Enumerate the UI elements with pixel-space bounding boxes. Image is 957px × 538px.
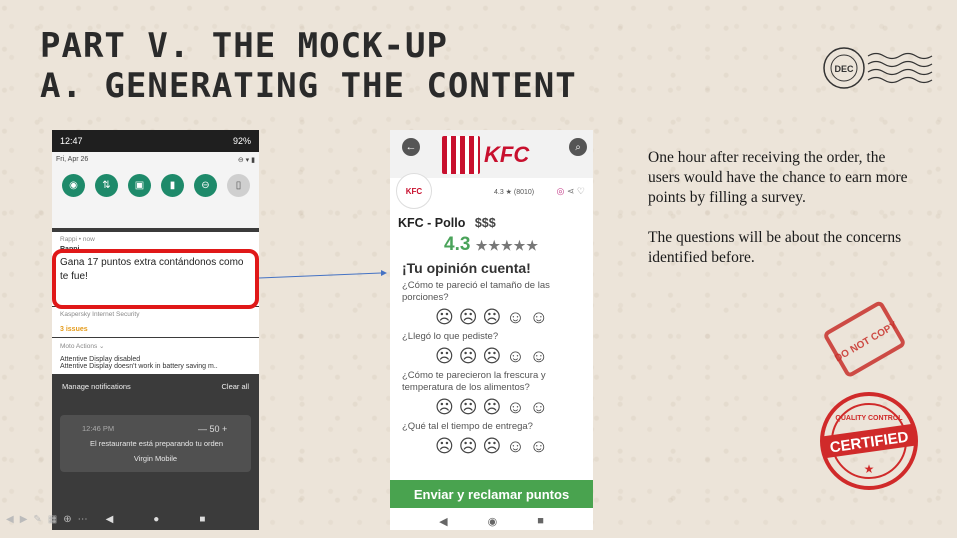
question-4: ¿Qué tal el tiempo de entrega?	[402, 421, 533, 432]
moto-app-label: Moto Actions ⌄	[60, 343, 105, 350]
rating-stars: ★★★★★	[475, 238, 539, 253]
kfc-logo: KFC	[442, 136, 529, 174]
kfc-brand: KFC	[484, 142, 530, 167]
battery-icon[interactable]: ▮	[161, 174, 184, 197]
restaurant-name-row: KFC - Pollo $$$	[390, 216, 593, 230]
rating-faces-1[interactable]: ☹ ☹ ☹ ☺ ☺	[402, 307, 581, 327]
recent-nav-icon[interactable]: ■	[537, 515, 544, 528]
rating-faces-3[interactable]: ☹ ☹ ☹ ☺ ☺	[402, 397, 581, 417]
do-not-copy-stamp: DO NOT COPY	[824, 301, 905, 377]
rating-small: 4.3 ★ (8010)	[494, 189, 535, 196]
moto-title: Attentive Display disabled	[60, 356, 141, 363]
date-label: Fri, Apr 26	[56, 156, 89, 163]
cast-icon[interactable]: ▣	[128, 174, 151, 197]
title-line-1: PART V. THE MOCK-UP	[40, 26, 448, 66]
kaspersky-app-label: Kaspersky Internet Security	[60, 311, 140, 318]
recent-nav-icon[interactable]: ■	[199, 514, 205, 525]
moto-body: Attentive Display doesn't work in batter…	[60, 363, 218, 370]
moto-notification[interactable]: Moto Actions ⌄ Attentive Display disable…	[52, 338, 259, 374]
survey-phone: ← KFC ⌕ KFC 4.3 ★ (8010) ◎ ⋖ ♡ KFC - Pol…	[390, 130, 593, 530]
status-battery: 92%	[232, 136, 251, 146]
carrier-label: Virgin Mobile	[133, 454, 178, 463]
quality-text: QUALITY CONTROL	[835, 415, 903, 422]
description-p1: One hour after receiving the order, the …	[648, 149, 908, 206]
dnd-icon[interactable]: ⊖	[194, 174, 217, 197]
survey-title: ¡Tu opinión cuenta!	[402, 260, 531, 276]
description: One hour after receiving the order, the …	[648, 148, 918, 288]
rating-faces-2[interactable]: ☹ ☹ ☹ ☺ ☺	[402, 346, 581, 366]
question-3: ¿Cómo te parecieron la frescura y temper…	[402, 370, 546, 393]
rappi-app-label: Rappi • now	[60, 236, 95, 243]
back-nav-icon[interactable]: ◀	[106, 514, 114, 525]
stamp-star-icon: ★	[864, 462, 875, 476]
stepper-value: 50	[209, 424, 220, 434]
restaurant-row: KFC 4.3 ★ (8010) ◎ ⋖ ♡	[390, 173, 593, 218]
flashlight-icon[interactable]: ▯	[227, 174, 250, 197]
slides-icon[interactable]: ▦	[48, 514, 57, 525]
rating-faces-4[interactable]: ☹ ☹ ☹ ☺ ☺	[402, 436, 581, 456]
search-icon[interactable]: ⌕	[569, 138, 587, 156]
kfc-header: ← KFC ⌕	[390, 130, 593, 178]
postmark-stamp: DEC	[823, 47, 933, 89]
share-icons[interactable]: ◎ ⋖ ♡	[557, 186, 585, 197]
postmark-text: DEC	[834, 64, 854, 74]
price-level: $$$	[474, 216, 496, 230]
slide-title: PART V. THE MOCK-UP A. GENERATING THE CO…	[40, 26, 577, 106]
kaspersky-issue: 3 issues	[60, 326, 88, 333]
submit-claim-button[interactable]: Enviar y reclamar puntos	[390, 480, 593, 508]
manage-notifications-button[interactable]: Manage notifications	[62, 382, 131, 391]
clear-all-button[interactable]: Clear all	[221, 382, 249, 391]
nav-bar-2: ◀ ◉ ■	[390, 515, 593, 528]
highlight-box	[52, 249, 259, 309]
home-nav-icon[interactable]: ◉	[488, 515, 498, 528]
restaurant-name: KFC - Pollo	[398, 216, 466, 230]
back-arrow-icon[interactable]: ←	[402, 138, 420, 156]
stepper[interactable]: — 50 +	[198, 424, 227, 434]
zoom-icon[interactable]: ⊕	[63, 514, 71, 525]
status-time: 12:47	[60, 136, 83, 146]
certified-stamp: CERTIFIED QUALITY CONTROL ★	[820, 392, 918, 490]
next-slide-icon[interactable]: ▶	[20, 514, 28, 525]
rating-block: 4.3 ★★★★★	[390, 234, 593, 256]
prev-slide-icon[interactable]: ◀	[6, 514, 14, 525]
kaspersky-notification[interactable]: Kaspersky Internet Security 3 issues	[52, 307, 259, 337]
data-icon[interactable]: ⇅	[95, 174, 118, 197]
restaurant-avatar: KFC	[396, 173, 432, 209]
description-p2: The questions will be about the concerns…	[648, 229, 902, 266]
back-nav-icon[interactable]: ◀	[439, 515, 447, 528]
quick-settings: Fri, Apr 26 ⊖ ▾ ▮ ◉ ⇅ ▣ ▮ ⊖ ▯	[52, 152, 259, 228]
kfc-bucket-icon	[442, 136, 480, 174]
card-body: El restaurante está preparando tu orden	[90, 439, 224, 448]
home-nav-icon[interactable]: ●	[153, 514, 159, 525]
pen-icon[interactable]: ✎	[33, 514, 41, 525]
question-2: ¿Llegó lo que pediste?	[402, 331, 499, 342]
arrow-connector	[259, 270, 387, 279]
rating-value: 4.3	[444, 234, 471, 255]
status-bar: 12:47 92%	[52, 130, 259, 152]
more-icon[interactable]: ⋯	[78, 514, 88, 525]
status-icons: ⊖ ▾ ▮	[237, 157, 255, 164]
title-line-2: A. GENERATING THE CONTENT	[40, 66, 577, 106]
question-1: ¿Cómo te pareció el tamaño de las porcio…	[402, 280, 550, 303]
survey: ¡Tu opinión cuenta! ¿Cómo te pareció el …	[390, 256, 593, 458]
slide-controls: ◀ ▶ ✎ ▦ ⊕ ⋯	[6, 514, 88, 525]
notification-phone: 12:47 92% Fri, Apr 26 ⊖ ▾ ▮ ◉ ⇅ ▣ ▮ ⊖ ▯ R…	[52, 130, 259, 530]
do-not-copy-text: DO NOT COPY	[833, 320, 899, 365]
wifi-icon[interactable]: ◉	[62, 174, 85, 197]
